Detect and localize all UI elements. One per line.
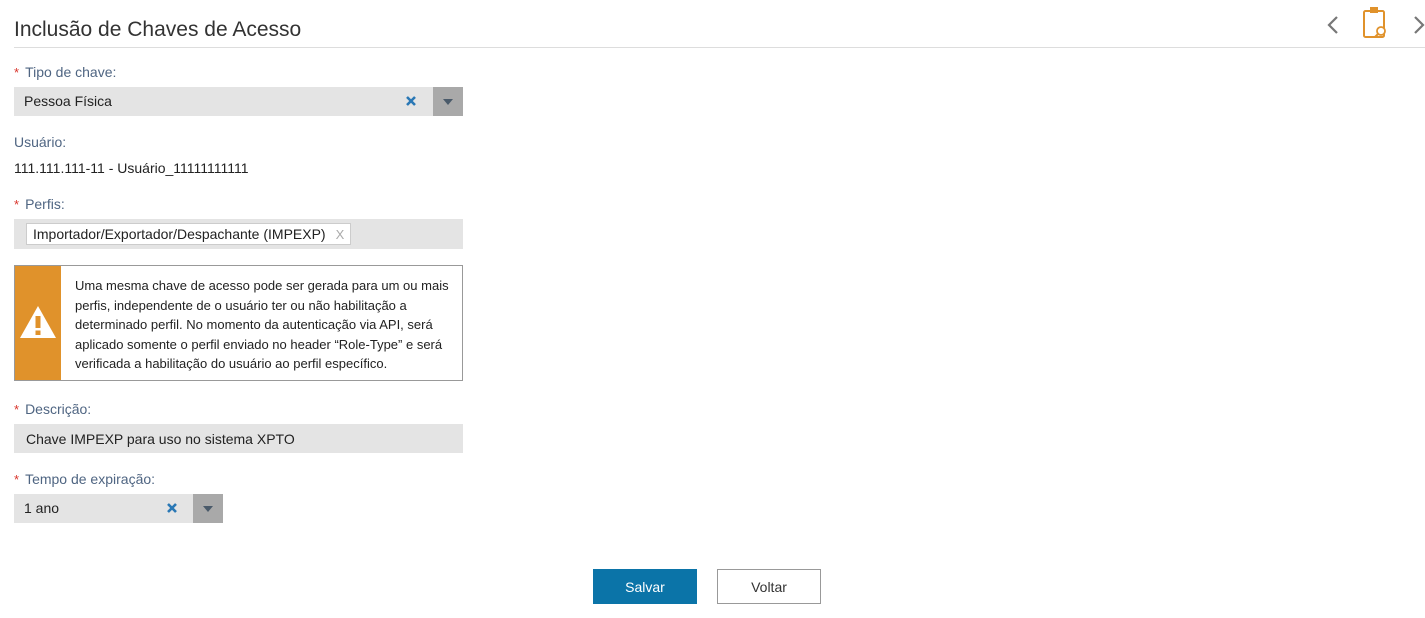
clipboard-search-icon[interactable] xyxy=(1360,5,1390,41)
warning-icon xyxy=(20,306,56,338)
perfis-label: * Perfis: xyxy=(14,196,65,212)
descricao-label: * Descrição: xyxy=(14,401,92,417)
back-button[interactable]: Voltar xyxy=(717,569,821,604)
caret-down-icon xyxy=(203,506,213,512)
usuario-value: 111.111.111-11 - Usuário_11111111111 xyxy=(14,160,249,176)
caret-down-icon xyxy=(443,99,453,105)
page-title: Inclusão de Chaves de Acesso xyxy=(14,18,302,41)
perfis-multiselect[interactable]: Importador/Exportador/Despachante (IMPEX… xyxy=(14,219,463,249)
perfil-tag-label: Importador/Exportador/Despachante (IMPEX… xyxy=(33,226,326,242)
tempo-expiracao-value: 1 ano xyxy=(24,500,60,516)
warning-box: Uma mesma chave de acesso pode ser gerad… xyxy=(14,265,463,381)
descricao-input[interactable] xyxy=(14,424,463,453)
tempo-expiracao-select[interactable]: 1 ano xyxy=(14,494,223,523)
required-mark: * xyxy=(14,402,20,417)
tipo-chave-select[interactable]: Pessoa Física xyxy=(14,87,463,116)
chevron-right-icon[interactable] xyxy=(1409,10,1425,40)
required-mark: * xyxy=(14,197,20,212)
tag-remove-button[interactable]: X xyxy=(336,227,345,242)
save-button[interactable]: Salvar xyxy=(593,569,697,604)
tempo-expiracao-label: * Tempo de expiração: xyxy=(14,471,156,487)
page-header: Inclusão de Chaves de Acesso xyxy=(14,0,1425,48)
clear-icon[interactable] xyxy=(404,94,418,108)
clear-icon[interactable] xyxy=(165,501,179,515)
usuario-label: Usuário: xyxy=(14,134,67,150)
required-mark: * xyxy=(14,472,20,487)
dropdown-toggle[interactable] xyxy=(433,87,463,116)
tipo-chave-label: * Tipo de chave: xyxy=(14,64,117,80)
dropdown-toggle[interactable] xyxy=(193,494,223,523)
required-mark: * xyxy=(14,65,20,80)
warning-text: Uma mesma chave de acesso pode ser gerad… xyxy=(75,278,449,371)
perfil-tag: Importador/Exportador/Despachante (IMPEX… xyxy=(26,223,352,245)
tipo-chave-value: Pessoa Física xyxy=(24,93,112,109)
chevron-left-icon[interactable] xyxy=(1323,10,1343,40)
warning-bar xyxy=(15,266,61,380)
